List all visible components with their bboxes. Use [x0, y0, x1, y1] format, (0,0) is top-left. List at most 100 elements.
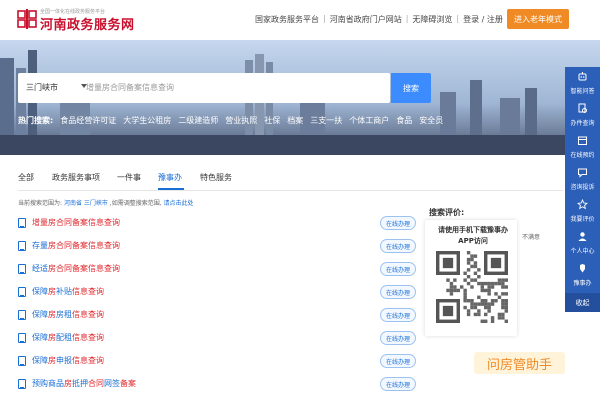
hot-item[interactable]: 安全员 [419, 115, 443, 126]
hero-banner: 三门峡市 增量房合同备案信息查询 搜索 热门搜索: 食品经营许可证 大学生公租房… [0, 40, 600, 155]
hot-item[interactable]: 食品 [396, 115, 412, 126]
document-icon [18, 310, 26, 320]
link-separator: | [405, 14, 409, 23]
result-title[interactable]: 预购商品房抵押合同网签备案 [32, 378, 136, 389]
result-title-segment: 合同 [88, 379, 104, 388]
online-apply-button[interactable]: 在线办理 [380, 262, 416, 276]
result-title-segment: 补贴 [56, 287, 72, 296]
result-title-segment: 房 [48, 310, 56, 319]
result-title[interactable]: 保障房配租信息查询 [32, 332, 104, 343]
site-title[interactable]: 河南政务服务网 [40, 14, 135, 33]
result-row[interactable]: 保障房申报信息查询 在线办理 [18, 351, 416, 373]
result-title-segment: 抵押 [72, 379, 88, 388]
sidebar-item[interactable]: 咨询投诉 [565, 163, 600, 195]
search-input[interactable]: 增量房合同备案信息查询 [86, 82, 174, 93]
sidebar-item[interactable]: 智能问答 [565, 67, 600, 99]
online-apply-button[interactable]: 在线办理 [380, 331, 416, 345]
sidebar-item[interactable]: 我要评价 [565, 195, 600, 227]
sidebar-item[interactable]: 办件查询 [565, 99, 600, 131]
user-icon [578, 232, 587, 241]
document-icon [18, 356, 26, 366]
hot-item[interactable]: 二级建造师 [178, 115, 218, 126]
scope-middle: ,如需调整搜索范围, [109, 200, 162, 207]
result-title-segment: 网签 [104, 379, 120, 388]
link-henan-portal[interactable]: 河南省政府门户网站 [330, 14, 402, 25]
result-row[interactable]: 存量房合同备案信息查询 在线办理 [18, 236, 416, 258]
result-row[interactable]: 保障房房租信息查询 在线办理 [18, 305, 416, 327]
hot-item[interactable]: 个体工商户 [349, 115, 389, 126]
online-apply-button[interactable]: 在线办理 [380, 239, 416, 253]
link-separator: | [323, 14, 326, 23]
hot-item[interactable]: 档案 [287, 115, 303, 126]
tab-yushiban[interactable]: 豫事办 [158, 172, 182, 183]
result-row[interactable]: 经适房合同备案信息查询 在线办理 [18, 259, 416, 281]
link-national-platform[interactable]: 国家政务服务平台 [255, 14, 319, 25]
hot-searches-label: 热门搜索: [18, 116, 54, 125]
scope-prefix: 当前搜索范围为: [18, 200, 63, 207]
top-header: 全国一体化在线政务服务平台 河南政务服务网 国家政务服务平台 | 河南省政府门户… [0, 0, 600, 40]
tab-featured[interactable]: 特色服务 [200, 172, 232, 183]
chat-icon [578, 168, 587, 178]
result-title-segment: 增量房合同备案信息查询 [32, 218, 120, 227]
online-apply-button[interactable]: 在线办理 [380, 308, 416, 322]
search-doc-icon [578, 103, 587, 113]
tab-all[interactable]: 全部 [18, 172, 34, 183]
sidebar-item[interactable]: 个人中心 [565, 227, 600, 259]
result-title-segment: 保障 [32, 310, 48, 319]
document-icon [18, 333, 26, 343]
sidebar-item-label: 在线预约 [570, 152, 595, 159]
divider [18, 190, 563, 191]
hot-item[interactable]: 社保 [264, 115, 280, 126]
result-title[interactable]: 经适房合同备案信息查询 [32, 263, 120, 274]
result-title-segment: 预购商品 [32, 379, 64, 388]
hot-item[interactable]: 大学生公租房 [123, 115, 171, 126]
unsatisfied-option[interactable]: 不满意 [522, 232, 540, 241]
link-accessibility[interactable]: 无障碍浏览 [412, 14, 452, 25]
senior-mode-button[interactable]: 进入老年模式 [507, 9, 569, 29]
result-title[interactable]: 增量房合同备案信息查询 [32, 217, 120, 228]
result-row[interactable]: 预购商品房抵押合同网签备案 在线办理 [18, 374, 416, 396]
document-icon [18, 241, 26, 251]
result-row[interactable]: 保障房配租信息查询 在线办理 [18, 328, 416, 350]
online-apply-button[interactable]: 在线办理 [380, 285, 416, 299]
housing-assistant-button[interactable]: 问房管助手 [474, 352, 565, 374]
collapse-button[interactable]: 收起 [565, 293, 600, 312]
city-select[interactable]: 三门峡市 [26, 82, 58, 93]
qr-instruction: 请使用手机下载豫事办APP访问 [438, 226, 508, 245]
result-row[interactable]: 保障房补贴信息查询 在线办理 [18, 282, 416, 304]
search-box[interactable]: 三门峡市 增量房合同备案信息查询 [18, 73, 390, 103]
sidebar-item[interactable]: 豫事办 [565, 259, 600, 291]
app-icon [580, 264, 585, 273]
right-sidebar: 收起 智能问答办件查询在线预约咨询投诉我要评价个人中心豫事办 [565, 67, 600, 312]
hot-item[interactable]: 食品经营许可证 [60, 115, 116, 126]
online-apply-button[interactable]: 在线办理 [380, 354, 416, 368]
online-apply-button[interactable]: 在线办理 [380, 216, 416, 230]
top-links: 国家政务服务平台 | 河南省政府门户网站 | 无障碍浏览 | 登录 / 注册 [255, 14, 503, 25]
search-scope: 当前搜索范围为: 河南省 三门峡市 ,如需调整搜索范围, 请点击此处 [18, 198, 194, 207]
result-title-segment: 存量 [32, 241, 48, 250]
scope-path[interactable]: 河南省 三门峡市 [64, 200, 108, 207]
link-login-register[interactable]: 登录 / 注册 [463, 14, 503, 25]
scope-change-link[interactable]: 请点击此处 [164, 200, 194, 207]
sidebar-item-label: 个人中心 [570, 248, 595, 255]
tab-gov-services[interactable]: 政务服务事项 [52, 172, 100, 183]
result-title[interactable]: 存量房合同备案信息查询 [32, 240, 120, 251]
hot-item[interactable]: 三支一扶 [310, 115, 342, 126]
sidebar-item-label: 咨询投诉 [570, 184, 595, 191]
tab-one-thing[interactable]: 一件事 [117, 172, 141, 183]
result-title-segment: 房合同备案信息查询 [48, 241, 120, 250]
result-tabs: 全部 政务服务事项 一件事 豫事办 特色服务 [18, 172, 563, 190]
sidebar-item[interactable]: 在线预约 [565, 131, 600, 163]
document-icon [18, 287, 26, 297]
logo-icon [17, 9, 37, 29]
result-title-segment: 保障 [32, 333, 48, 342]
result-title[interactable]: 保障房房租信息查询 [32, 309, 104, 320]
result-title[interactable]: 保障房补贴信息查询 [32, 286, 104, 297]
online-apply-button[interactable]: 在线办理 [380, 377, 416, 391]
sidebar-item-label: 智能问答 [570, 88, 595, 95]
hot-item[interactable]: 营业执照 [225, 115, 257, 126]
result-row[interactable]: 增量房合同备案信息查询 在线办理 [18, 213, 416, 235]
calendar-icon [578, 136, 587, 145]
result-title[interactable]: 保障房申报信息查询 [32, 355, 104, 366]
search-button[interactable]: 搜索 [391, 73, 431, 103]
